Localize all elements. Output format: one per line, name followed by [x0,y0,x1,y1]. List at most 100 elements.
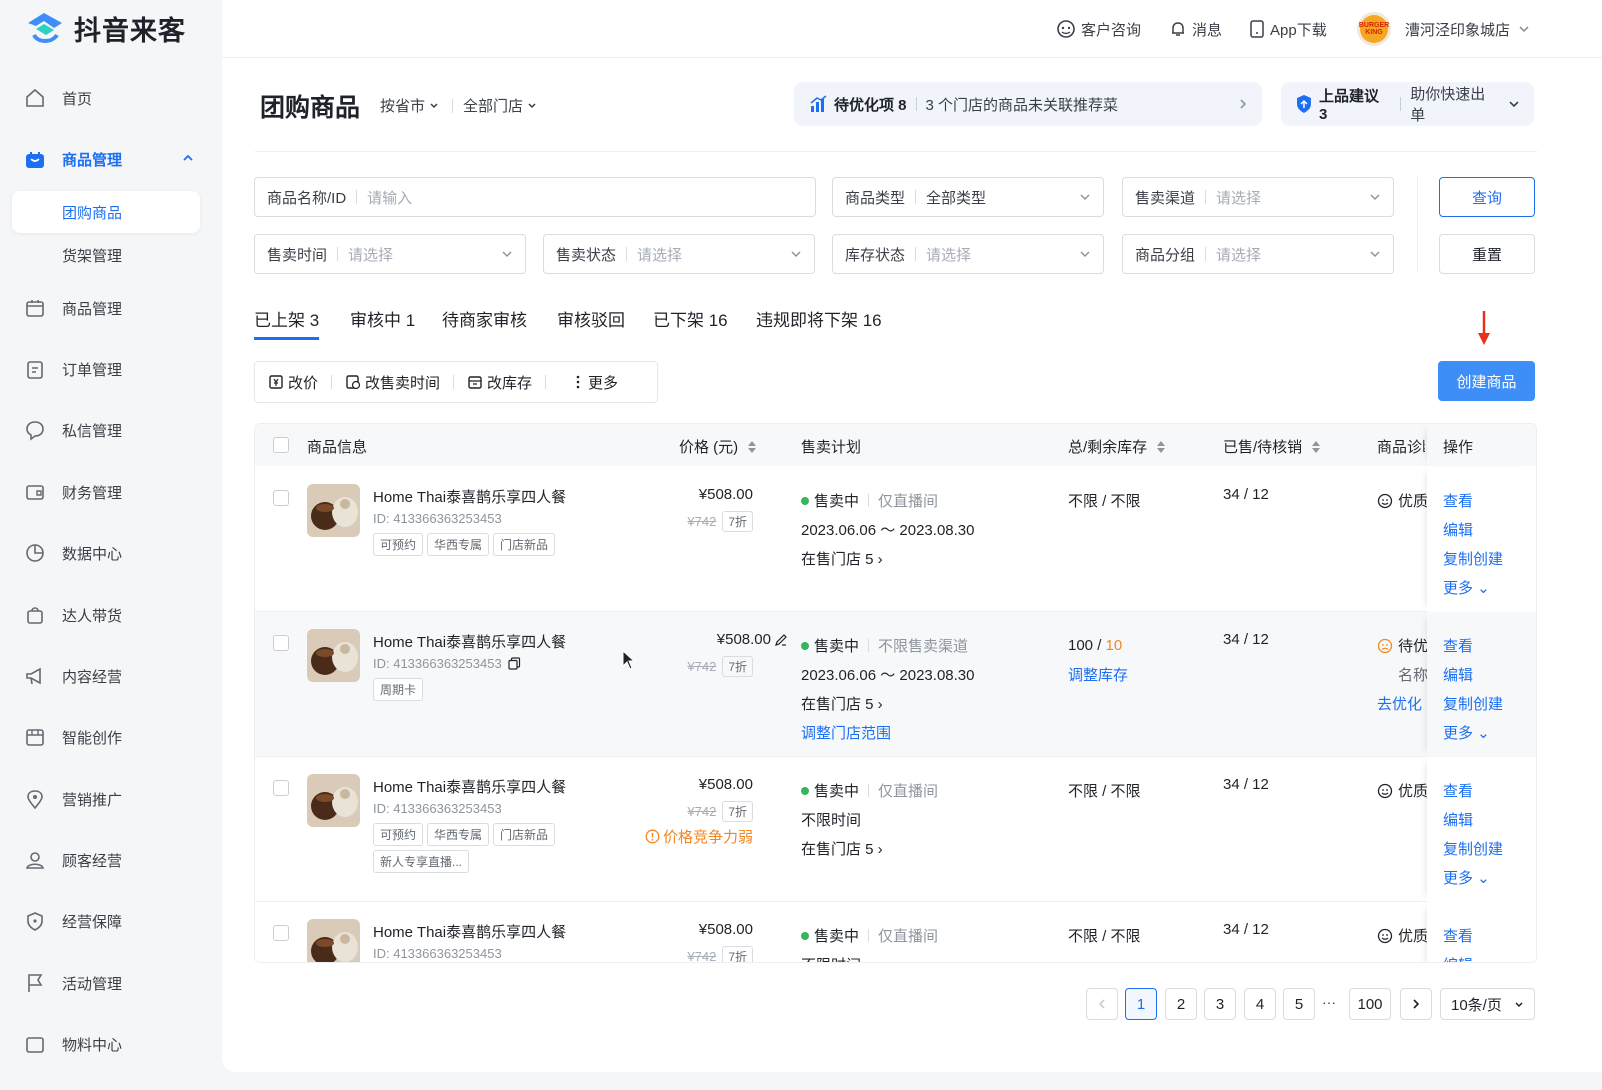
header-sold[interactable]: 已售/待核销 [1223,436,1321,457]
row-checkbox[interactable] [273,490,289,506]
more-button[interactable]: 更多 [546,372,631,393]
sales-channel-select[interactable]: 售卖渠道 请选择 [1122,177,1394,217]
adjust-stock-link[interactable]: 调整库存 [1068,660,1128,689]
product-group-select[interactable]: 商品分组 请选择 [1122,234,1394,274]
view-link[interactable]: 查看 [1443,776,1536,805]
select-all-checkbox[interactable] [273,437,289,453]
page-ellipsis[interactable]: ··· [1322,994,1336,1010]
go-optimize-link[interactable]: 去优化 [1377,689,1427,718]
sidebar-item-goods[interactable]: 商品管理 [24,288,122,328]
tab-rejected[interactable]: 审核驳回 [557,306,625,340]
product-name-input[interactable]: 商品名称/ID 请输入 [254,177,816,217]
tab-delisted[interactable]: 已下架 16 [653,306,728,340]
sidebar-item-materials[interactable]: 物料中心 [24,1024,122,1064]
product-type-select[interactable]: 商品类型 全部类型 [832,177,1104,217]
tab-violation[interactable]: 违规即将下架 16 [756,306,882,340]
more-actions-link[interactable]: 更多 ⌄ [1443,573,1536,602]
change-stock-button[interactable]: 改库存 [454,372,545,393]
customer-consult-link[interactable]: 客户咨询 [1056,14,1141,44]
sidebar-item-shelf[interactable]: 货架管理 [12,234,200,276]
row-checkbox[interactable] [273,925,289,941]
adjust-store-scope-link[interactable]: 调整门店范围 [801,718,974,747]
sidebar-item-data[interactable]: 数据中心 [24,533,122,573]
sidebar-item-group-buy[interactable]: 团购商品 [12,191,200,233]
divider [915,97,917,111]
copy-create-link[interactable]: 复制创建 [1443,834,1536,863]
more-actions-link[interactable]: 更多 ⌄ [1443,863,1536,892]
view-link[interactable]: 查看 [1443,921,1536,950]
edit-link[interactable]: 编辑 [1443,515,1536,544]
divider [452,99,453,113]
row-checkbox[interactable] [273,635,289,651]
sidebar-item-finance[interactable]: 财务管理 [24,472,122,512]
tab-merchant-review[interactable]: 待商家审核 [442,306,527,340]
sidebar-item-customers[interactable]: 顾客经营 [24,840,122,880]
messages-link[interactable]: 消息 [1169,14,1222,44]
sidebar-item-orders[interactable]: 订单管理 [24,349,122,389]
page-button[interactable]: 5 [1283,988,1315,1020]
sales-status-select[interactable]: 售卖状态 请选择 [543,234,815,274]
store-filter[interactable]: 全部门店 [463,95,537,116]
stock-value: 不限 / 不限 [1068,493,1141,510]
stores-link[interactable]: 在售门店 5 › [801,834,938,863]
sidebar-item-activities[interactable]: 活动管理 [24,963,122,1003]
chevron-down-icon [1370,194,1380,201]
change-price-button[interactable]: 改价 [255,372,331,393]
page-button[interactable]: 4 [1244,988,1276,1020]
stores-link[interactable]: 在售门店 5 › [801,689,974,718]
sidebar-item-content[interactable]: 内容经营 [24,656,122,696]
chevron-right-icon [1413,999,1420,1009]
page-size-select[interactable]: 10条/页 [1440,988,1535,1020]
edit-link[interactable]: 编辑 [1443,660,1536,689]
stock-status-select[interactable]: 库存状态 请选择 [832,234,1104,274]
sidebar-item-marketing[interactable]: 营销推广 [24,779,122,819]
sidebar: 抖音来客 首页 商品管理 团购商品 货架管理 商品管理 订单管理 私信管理 财务… [0,0,222,1090]
optimize-banner[interactable]: 待优化项 8 3 个门店的商品未关联推荐菜 [794,82,1262,126]
tab-reviewing[interactable]: 审核中 1 [350,306,415,340]
page-button[interactable]: 3 [1204,988,1236,1020]
change-time-button[interactable]: 改售卖时间 [332,372,453,393]
sales-time-select[interactable]: 售卖时间 请选择 [254,234,526,274]
product-name[interactable]: Home Thai泰喜鹊乐享四人餐 [373,631,566,652]
query-button[interactable]: 查询 [1439,177,1535,217]
optimize-count: 待优化项 8 [834,96,907,114]
header-stock[interactable]: 总/剩余库存 [1068,436,1166,457]
edit-link[interactable]: 编辑 [1443,805,1536,834]
store-switcher[interactable]: BURGER KING 漕河泾印象城店 [1357,12,1535,46]
reset-button[interactable]: 重置 [1439,234,1535,274]
region-filter[interactable]: 按省市 [380,95,439,116]
page-button-last[interactable]: 100 [1349,988,1391,1020]
suggest-banner[interactable]: 上品建议 3 助你快速出单 [1281,82,1534,126]
logo[interactable]: 抖音来客 [24,8,186,48]
sidebar-item-messages[interactable]: 私信管理 [24,410,122,450]
row-checkbox[interactable] [273,780,289,796]
sidebar-item-guarantee[interactable]: 经营保障 [24,901,122,941]
copy-create-link[interactable]: 复制创建 [1443,544,1536,573]
page-button[interactable]: 1 [1125,988,1157,1020]
edit-pencil-icon[interactable] [774,633,788,647]
copy-create-link[interactable]: 复制创建 [1443,689,1536,718]
app-download-link[interactable]: App下载 [1249,14,1327,44]
sidebar-item-home[interactable]: 首页 [24,78,92,118]
sidebar-item-creation[interactable]: 智能创作 [24,717,122,757]
sidebar-item-influencer[interactable]: 达人带货 [24,595,122,635]
tab-listed[interactable]: 已上架 3 [254,306,320,340]
page-button[interactable]: 2 [1165,988,1197,1020]
product-name[interactable]: Home Thai泰喜鹊乐享四人餐 [373,921,566,942]
next-page-button[interactable] [1400,988,1432,1020]
product-name[interactable]: Home Thai泰喜鹊乐享四人餐 [373,776,566,797]
copy-icon[interactable] [508,657,521,670]
create-product-button[interactable]: 创建商品 [1438,361,1535,401]
stores-link[interactable]: 在售门店 5 › [801,544,974,573]
header-price[interactable]: 价格 (元) [679,436,757,457]
product-name[interactable]: Home Thai泰喜鹊乐享四人餐 [373,486,566,507]
sidebar-item-product-mgmt[interactable]: 商品管理 [24,139,194,179]
calendar-clock-icon [346,375,361,390]
view-link[interactable]: 查看 [1443,631,1536,660]
prev-page-button[interactable] [1086,988,1118,1020]
edit-link[interactable]: 编辑 [1443,950,1536,962]
view-link[interactable]: 查看 [1443,486,1536,515]
more-actions-link[interactable]: 更多 ⌄ [1443,718,1536,747]
phone-icon [1250,20,1264,38]
smile-icon [1377,928,1393,943]
